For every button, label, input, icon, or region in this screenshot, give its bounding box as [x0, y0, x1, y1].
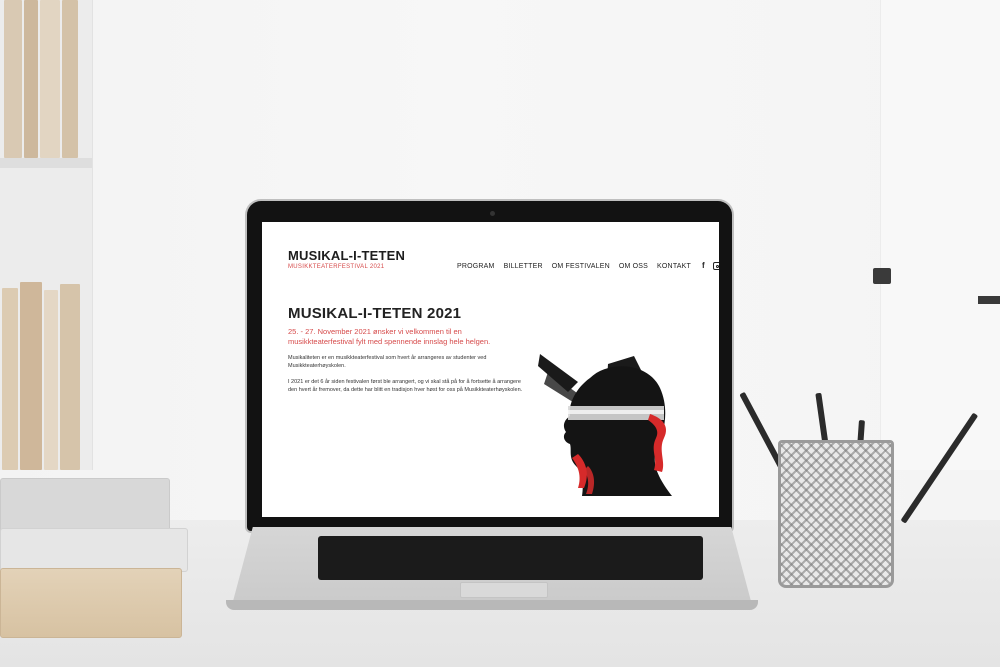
body-paragraph: Musikaliteten er en musikkteaterfestival… — [288, 355, 487, 369]
nav-item-billetter[interactable]: BILLETTER — [504, 263, 543, 270]
wall-hook — [873, 268, 891, 284]
site-logo-subtitle: MUSIKKTEATERFESTIVAL 2021 — [288, 264, 385, 270]
nav-item-om-festivalen[interactable]: OM FESTIVALEN — [552, 263, 610, 270]
page-title: MUSIKAL-I-TETEN 2021 — [288, 305, 462, 322]
nav-item-kontakt[interactable]: KONTAKT — [657, 263, 691, 270]
nav-item-program[interactable]: PROGRAM — [457, 263, 495, 270]
stacked-book — [0, 568, 182, 638]
site-logo-title[interactable]: MUSIKAL-I-TETEN — [288, 248, 405, 263]
shelf-board — [0, 158, 92, 168]
festival-poster-image — [538, 354, 672, 496]
shelf-book — [20, 282, 42, 470]
laptop-keyboard — [318, 536, 703, 580]
nav-item-om-oss[interactable]: OM OSS — [619, 263, 648, 270]
facebook-icon[interactable]: f — [702, 262, 710, 270]
laptop-camera — [490, 211, 495, 216]
shelf-book — [60, 284, 80, 470]
instagram-icon[interactable] — [713, 262, 719, 270]
site-header: MUSIKAL-I-TETEN MUSIKKTEATERFESTIVAL 202… — [288, 248, 693, 274]
laptop-trackpad — [460, 582, 548, 598]
body-paragraph: I 2021 er det 6 år siden festivalen førs… — [288, 379, 523, 393]
mesh-pencil-cup — [778, 440, 894, 588]
laptop-base-edge — [226, 600, 758, 610]
scene: MUSIKAL-I-TETEN MUSIKKTEATERFESTIVAL 202… — [0, 0, 1000, 667]
shelf-book — [2, 288, 18, 470]
wall-panel — [880, 0, 1000, 470]
shelf-book — [24, 0, 38, 158]
social-links: f — [702, 262, 719, 270]
stacked-book — [0, 528, 188, 572]
bookshelf — [0, 0, 93, 470]
shelf-book — [40, 0, 60, 158]
wall-bar — [978, 296, 1000, 304]
laptop-screen: MUSIKAL-I-TETEN MUSIKKTEATERFESTIVAL 202… — [262, 222, 719, 517]
main-nav: PROGRAM BILLETTER OM FESTIVALEN OM OSS K… — [457, 262, 719, 270]
shelf-book — [62, 0, 78, 158]
lead-text: 25. - 27. November 2021 ønsker vi velkom… — [288, 327, 491, 346]
shelf-book — [44, 290, 58, 470]
shelf-book — [4, 0, 22, 158]
